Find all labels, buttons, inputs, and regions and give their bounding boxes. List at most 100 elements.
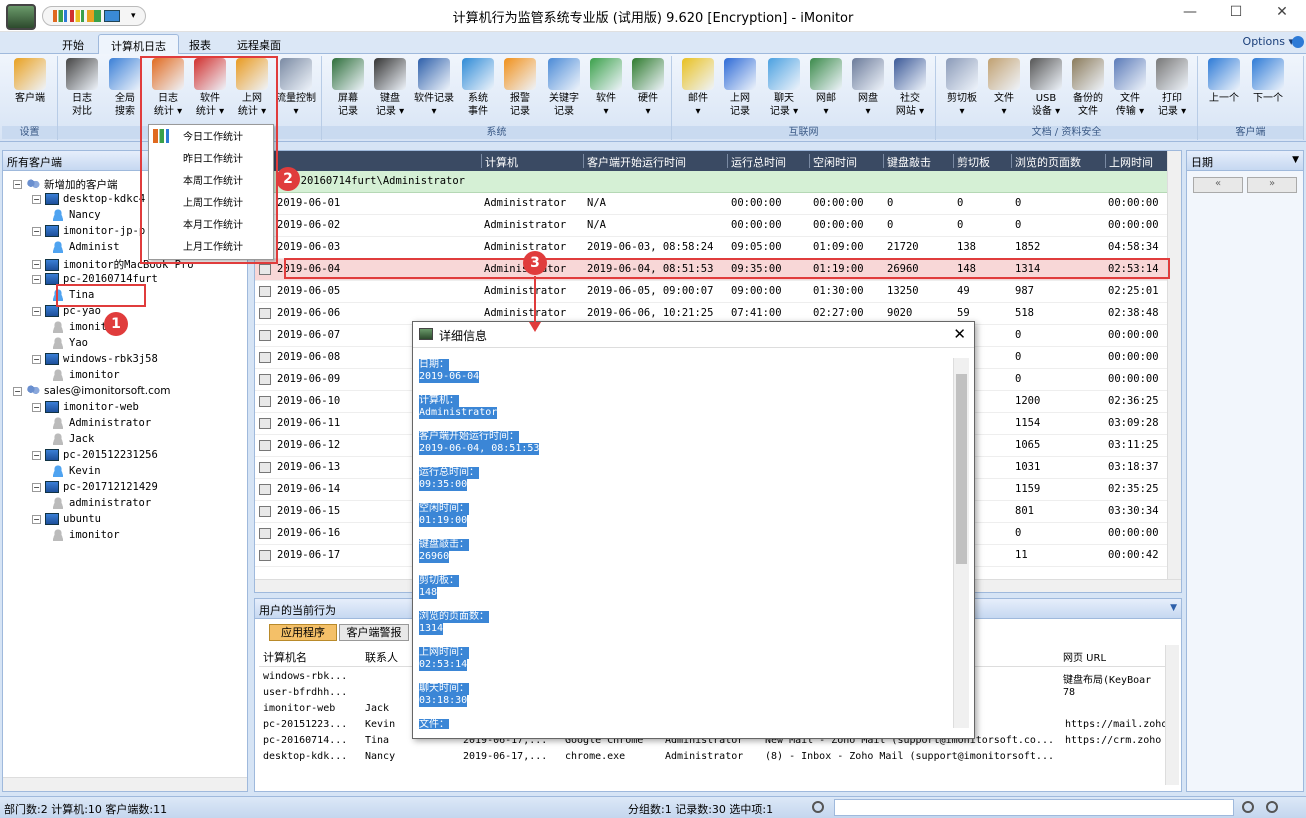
group-icon <box>26 385 40 397</box>
tree-node[interactable]: − pc-201712121429 <box>32 481 158 493</box>
zoom-in-icon[interactable] <box>1266 801 1278 813</box>
expand-toggle-icon[interactable]: − <box>13 386 22 396</box>
ribbon-button-1[interactable]: 日志 对比 <box>60 58 104 118</box>
col-web-time[interactable]: 上网时间 <box>1105 154 1153 169</box>
tree-node[interactable]: − pc-201512231256 <box>32 449 158 461</box>
horizontal-scrollbar[interactable] <box>3 777 247 791</box>
date-panel: 日期 ▼ « » <box>1186 150 1304 792</box>
expand-toggle-icon[interactable]: − <box>32 226 41 236</box>
ribbon-button-10[interactable]: 系统 事件 <box>456 58 500 118</box>
tab-remote-desktop[interactable]: 远程桌面 <box>225 34 293 54</box>
tree-node[interactable]: imonitor <box>51 529 120 541</box>
col-start-time[interactable]: 客户端开始运行时间 <box>583 154 686 169</box>
vertical-scrollbar[interactable] <box>1167 151 1181 579</box>
options-menu[interactable]: Options ▾ <box>1243 35 1294 48</box>
expand-toggle-icon[interactable]: − <box>32 274 41 284</box>
tree-node[interactable]: − desktop-kdkc4 <box>32 193 145 205</box>
expand-toggle-icon[interactable]: − <box>32 194 41 204</box>
ribbon-button-6[interactable]: 流量控制 ▾ <box>274 58 318 118</box>
ribbon-button-17[interactable]: 聊天 记录 ▾ <box>762 58 806 118</box>
ribbon-button-22[interactable]: 文件 ▾ <box>982 58 1026 118</box>
ribbon-button-13[interactable]: 软件 ▾ <box>584 58 628 118</box>
table-row[interactable]: 2019-06-03 Administrator 2019-06-03, 08:58… <box>255 237 1167 259</box>
table-row[interactable]: 2019-06-02 Administrator N/A 00:00:00 00:00:… <box>255 215 1167 237</box>
tab-applications[interactable]: 应用程序 <box>269 624 337 641</box>
ribbon-button-0[interactable]: 客户端 <box>8 58 52 105</box>
ribbon-button-24[interactable]: 备份的 文件 <box>1066 58 1110 118</box>
tree-node[interactable]: − imonitor-jp-p <box>32 225 145 237</box>
expand-toggle-icon[interactable]: − <box>32 482 41 492</box>
tree-node[interactable]: Yao <box>51 337 88 349</box>
status-search-input[interactable] <box>834 799 1234 816</box>
tree-node[interactable]: − windows-rbk3j58 <box>32 353 158 365</box>
expand-toggle-icon[interactable]: − <box>32 260 41 269</box>
ribbon-button-25[interactable]: 文件 传输 ▾ <box>1108 58 1152 118</box>
col-idle-time[interactable]: 空闲时间 <box>809 154 857 169</box>
col-clipboard[interactable]: 剪切板 <box>953 154 990 169</box>
activity-panel-dropdown-icon[interactable]: ▼ <box>1170 603 1177 613</box>
col-contact[interactable]: 联系人 <box>365 649 398 665</box>
dialog-scrollbar[interactable] <box>953 358 969 728</box>
ribbon-button-9[interactable]: 软件记录 ▾ <box>412 58 456 118</box>
dialog-close-button[interactable]: ✕ <box>953 325 966 343</box>
tree-node[interactable]: administrator <box>51 497 151 509</box>
tab-reports[interactable]: 报表 <box>177 34 223 54</box>
tree-node[interactable]: Administrator <box>51 417 151 429</box>
ribbon-button-16[interactable]: 上网 记录 <box>718 58 762 118</box>
ribbon-button-21[interactable]: 剪切板 ▾ <box>940 58 984 118</box>
col-run-time[interactable]: 运行总时间 <box>727 154 786 169</box>
tree-node[interactable]: − 新增加的客户端 <box>13 177 118 192</box>
expand-toggle-icon[interactable]: − <box>32 354 41 364</box>
col-computer-name[interactable]: 计算机名 <box>263 649 307 665</box>
tree-node[interactable]: imonitor <box>51 369 120 381</box>
ribbon-button-11[interactable]: 报警 记录 <box>498 58 542 118</box>
expand-toggle-icon[interactable]: − <box>32 514 41 524</box>
scroll-thumb[interactable] <box>956 374 967 564</box>
close-button[interactable]: ✕ <box>1267 4 1297 26</box>
tree-node[interactable]: − sales@imonitorsoft.com <box>13 385 171 397</box>
ribbon-button-18[interactable]: 网邮 ▾ <box>804 58 848 118</box>
tree-node[interactable]: − ubuntu <box>32 513 101 525</box>
prev-month-button[interactable]: « <box>1193 177 1243 193</box>
tab-start[interactable]: 开始 <box>50 34 96 54</box>
col-computer[interactable]: 计算机 <box>481 154 518 169</box>
ribbon-button-14[interactable]: 硬件 ▾ <box>626 58 670 118</box>
tree-node[interactable]: Nancy <box>51 209 101 221</box>
col-url[interactable]: 网页 URL <box>1063 649 1106 664</box>
ribbon-button-8[interactable]: 键盘 记录 ▾ <box>368 58 412 118</box>
maximize-button[interactable]: ☐ <box>1221 4 1251 26</box>
col-pages[interactable]: 浏览的页面数 <box>1011 154 1081 169</box>
table-row[interactable]: 2019-06-01 Administrator N/A 00:00:00 00:00:… <box>255 193 1167 215</box>
tree-node-label: 新增加的客户端 <box>44 179 118 191</box>
dialog-content[interactable]: 日期： 2019-06-04 计算机： Administrator 客户端开始运行时间：… <box>413 349 953 729</box>
ribbon-button-27[interactable]: 上一个 <box>1202 58 1246 105</box>
next-month-button[interactable]: » <box>1247 177 1297 193</box>
vertical-scrollbar[interactable] <box>1165 645 1179 785</box>
tab-client-alerts[interactable]: 客户端警报 <box>339 624 409 641</box>
tree-node[interactable]: Administ <box>51 241 120 253</box>
help-icon[interactable] <box>1292 36 1304 48</box>
ribbon-button-12[interactable]: 关键字 记录 <box>542 58 586 118</box>
ribbon-button-19[interactable]: 网盘 ▾ <box>846 58 890 118</box>
tree-node[interactable]: − imonitor-web <box>32 401 139 413</box>
ribbon-button-28[interactable]: 下一个 <box>1246 58 1290 105</box>
expand-toggle-icon[interactable]: − <box>32 450 41 460</box>
table-row[interactable]: 2019-06-05 Administrator 2019-06-05, 09:00… <box>255 281 1167 303</box>
minimize-button[interactable]: — <box>1175 4 1205 26</box>
zoom-out-icon[interactable] <box>1242 801 1254 813</box>
date-panel-dropdown-icon[interactable]: ▼ <box>1292 155 1299 165</box>
expand-toggle-icon[interactable]: − <box>32 306 41 316</box>
ribbon-button-23[interactable]: USB 设备 ▾ <box>1024 58 1068 118</box>
ribbon-button-7[interactable]: 屏幕 记录 <box>326 58 370 118</box>
ribbon-button-26[interactable]: 打印 记录 ▾ <box>1150 58 1194 118</box>
expand-toggle-icon[interactable]: − <box>13 180 22 189</box>
tab-computer-log[interactable]: 计算机日志 <box>98 34 179 54</box>
group-row[interactable]: c-20160714furt\Administrator <box>255 171 1167 193</box>
tree-node[interactable]: Jack <box>51 433 94 445</box>
col-keystrokes[interactable]: 键盘敲击 <box>883 154 931 169</box>
tree-node[interactable]: Kevin <box>51 465 101 477</box>
ribbon-button-20[interactable]: 社交 网站 ▾ <box>888 58 932 118</box>
expand-toggle-icon[interactable]: − <box>32 402 41 412</box>
ribbon-button-15[interactable]: 邮件 ▾ <box>676 58 720 118</box>
search-icon[interactable] <box>812 801 824 813</box>
